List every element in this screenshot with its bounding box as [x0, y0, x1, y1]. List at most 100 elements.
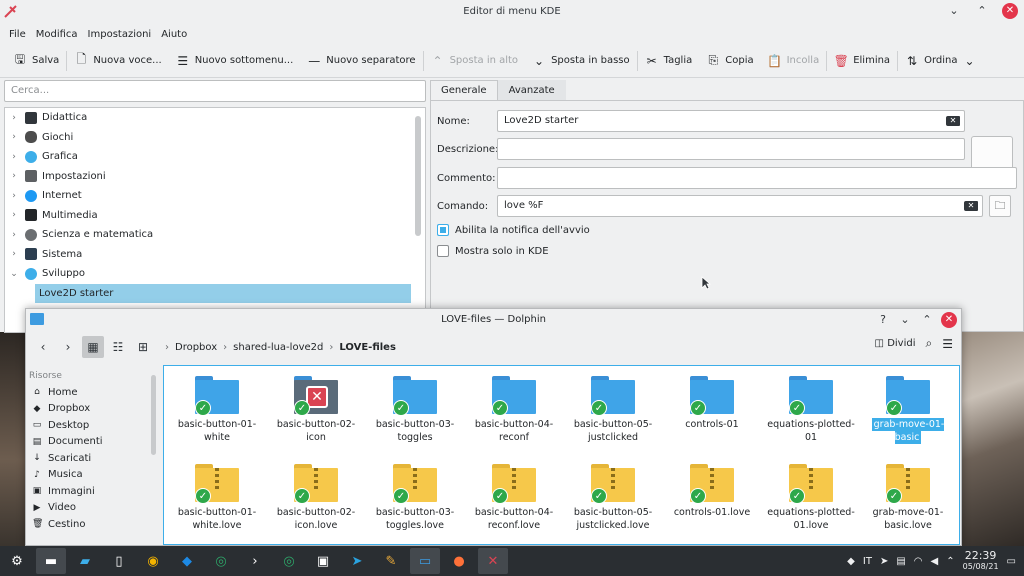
task-app-icon[interactable]: ◎: [206, 548, 236, 574]
forward-button[interactable]: ›: [57, 336, 79, 358]
tree-item-sviluppo[interactable]: ⌄ Sviluppo: [5, 264, 425, 284]
search-icon[interactable]: ⌕: [926, 336, 933, 351]
maximize-icon[interactable]: ⌃: [919, 312, 935, 328]
tab-avanzate[interactable]: Avanzate: [497, 80, 566, 100]
tree-item-giochi[interactable]: › Giochi: [5, 128, 425, 148]
task-store-icon[interactable]: ▰: [70, 548, 100, 574]
volume-icon[interactable]: ◀: [931, 556, 939, 567]
name-field[interactable]: Love2D starter ✕: [497, 110, 965, 132]
clear-icon[interactable]: ✕: [964, 201, 978, 211]
task-console-icon[interactable]: ›: [240, 548, 270, 574]
folder-item[interactable]: ✓ basic-button-03-toggles: [370, 376, 460, 444]
folder-browse-button[interactable]: 🗀: [989, 195, 1011, 217]
split-view-button[interactable]: ◫ Dividi: [875, 338, 916, 349]
place-scaricati[interactable]: ↓ Scaricati: [26, 450, 158, 467]
launch-feedback-checkbox[interactable]: Abilita la notifica dell'avvio: [437, 224, 590, 236]
file-item[interactable]: ✓ basic-button-01-white.love: [172, 464, 262, 532]
places-scrollbar[interactable]: [151, 375, 156, 455]
tree-item-didattica[interactable]: › Didattica: [5, 108, 425, 128]
menu-help[interactable]: Aiuto: [156, 29, 192, 40]
minimize-icon[interactable]: ⌄: [946, 3, 962, 19]
show-desktop-icon[interactable]: ▭: [1007, 556, 1016, 567]
chevron-up-icon[interactable]: ⌃: [946, 556, 954, 567]
tree-item-multimedia[interactable]: › Multimedia: [5, 206, 425, 226]
task-chrome-icon[interactable]: ◉: [138, 548, 168, 574]
command-field[interactable]: love %F ✕: [497, 195, 983, 217]
telegram-tray-icon[interactable]: ➤: [880, 556, 888, 567]
cut-button[interactable]: ✂ Taglia: [638, 48, 700, 74]
place-immagini[interactable]: ▣ Immagini: [26, 483, 158, 500]
clock[interactable]: 22:39 05/08/21: [963, 550, 999, 572]
wifi-icon[interactable]: ◠: [914, 556, 923, 567]
minimize-icon[interactable]: ⌄: [897, 312, 913, 328]
menu-file[interactable]: File: [4, 29, 31, 40]
new-item-button[interactable]: 🗋 Nuova voce...: [67, 48, 168, 74]
task-menu-editor-icon[interactable]: ✕: [478, 548, 508, 574]
only-kde-checkbox[interactable]: Mostra solo in KDE: [437, 245, 549, 257]
breadcrumb-dropbox[interactable]: Dropbox: [175, 342, 217, 353]
move-up-button[interactable]: ⌃ Sposta in alto: [424, 48, 526, 74]
app-launcher-icon[interactable]: ⚙: [2, 548, 32, 574]
place-cestino[interactable]: 🗑 Cestino: [26, 516, 158, 533]
description-field[interactable]: [497, 138, 965, 160]
place-documenti[interactable]: ▤ Documenti: [26, 434, 158, 451]
copy-button[interactable]: ⎘ Copia: [699, 48, 760, 74]
folder-item-selected[interactable]: ✓ grab-move-01-basic: [860, 376, 956, 444]
folder-item[interactable]: ✓ controls-01: [667, 376, 757, 431]
menu-edit[interactable]: Modifica: [31, 29, 83, 40]
back-button[interactable]: ‹: [32, 336, 54, 358]
sort-button[interactable]: ⇅ Ordina ⌄: [898, 48, 983, 74]
menu-settings[interactable]: Impostazioni: [83, 29, 157, 40]
search-input[interactable]: Cerca...: [4, 80, 426, 102]
file-item[interactable]: ✓ basic-button-05-justclicked.love: [568, 464, 658, 532]
close-icon[interactable]: ✕: [1002, 3, 1018, 19]
folder-item[interactable]: ✓ basic-button-04-reconf: [469, 376, 559, 444]
task-files-icon[interactable]: ▯: [104, 548, 134, 574]
hamburger-menu-icon[interactable]: ☰: [942, 337, 953, 351]
clear-icon[interactable]: ✕: [946, 116, 960, 126]
clipboard-tray-icon[interactable]: ▤: [896, 556, 905, 567]
checkbox-checked[interactable]: [437, 224, 449, 236]
place-musica[interactable]: ♪ Musica: [26, 467, 158, 484]
delete-button[interactable]: 🗑 Elimina: [827, 48, 897, 74]
save-button[interactable]: 🖫 Salva: [6, 48, 66, 74]
task-dolphin-icon[interactable]: ▭: [410, 548, 440, 574]
tree-item-internet[interactable]: › Internet: [5, 186, 425, 206]
details-view-button[interactable]: ⊞: [132, 336, 154, 358]
file-item[interactable]: ✓ equations-plotted-01.love: [766, 464, 856, 532]
file-item[interactable]: ✓ grab-move-01-basic.love: [863, 464, 953, 532]
dropbox-tray-icon[interactable]: ◆: [847, 556, 855, 567]
paste-button[interactable]: 📋 Incolla: [761, 48, 827, 74]
place-dropbox[interactable]: ◆ Dropbox: [26, 401, 158, 418]
compact-view-button[interactable]: ☷: [107, 336, 129, 358]
checkbox-unchecked[interactable]: [437, 245, 449, 257]
breadcrumb-love-files[interactable]: LOVE-files: [339, 342, 396, 353]
help-icon[interactable]: ?: [875, 312, 891, 328]
tab-generale[interactable]: Generale: [430, 80, 498, 100]
file-item[interactable]: ✓ controls-01.love: [667, 464, 757, 519]
task-dropbox-icon[interactable]: ◆: [172, 548, 202, 574]
maximize-icon[interactable]: ⌃: [974, 3, 990, 19]
tree-scrollbar[interactable]: [415, 116, 421, 236]
new-submenu-button[interactable]: ☰ Nuovo sottomenu...: [169, 48, 301, 74]
folder-item[interactable]: ✓ basic-button-05-justclicked: [568, 376, 658, 444]
close-icon[interactable]: ✕: [941, 312, 957, 328]
file-item[interactable]: ✓ basic-button-04-reconf.love: [469, 464, 559, 532]
tree-item-grafica[interactable]: › Grafica: [5, 147, 425, 167]
task-telegram-icon[interactable]: ➤: [342, 548, 372, 574]
breadcrumb-shared-lua-love2d[interactable]: shared-lua-love2d: [233, 342, 323, 353]
new-separator-button[interactable]: — Nuovo separatore: [300, 48, 422, 74]
tree-item-impostazioni[interactable]: › Impostazioni: [5, 167, 425, 187]
file-item[interactable]: ✓ basic-button-02-icon.love: [271, 464, 361, 532]
tree-item-love2d-starter[interactable]: Love2D starter: [35, 283, 411, 303]
icons-view-button[interactable]: ▦: [82, 336, 104, 358]
task-app3-icon[interactable]: ▣: [308, 548, 338, 574]
tree-item-sistema[interactable]: › Sistema: [5, 245, 425, 265]
comment-field[interactable]: [497, 167, 1017, 189]
task-terminal-icon[interactable]: ▬: [36, 548, 66, 574]
keyboard-layout-icon[interactable]: IT: [863, 556, 872, 567]
file-item[interactable]: ✓ basic-button-03-toggles.love: [370, 464, 460, 532]
task-paint-icon[interactable]: ✎: [376, 548, 406, 574]
folder-item[interactable]: ✓ equations-plotted-01: [766, 376, 856, 444]
tree-item-scienza[interactable]: › Scienza e matematica: [5, 225, 425, 245]
